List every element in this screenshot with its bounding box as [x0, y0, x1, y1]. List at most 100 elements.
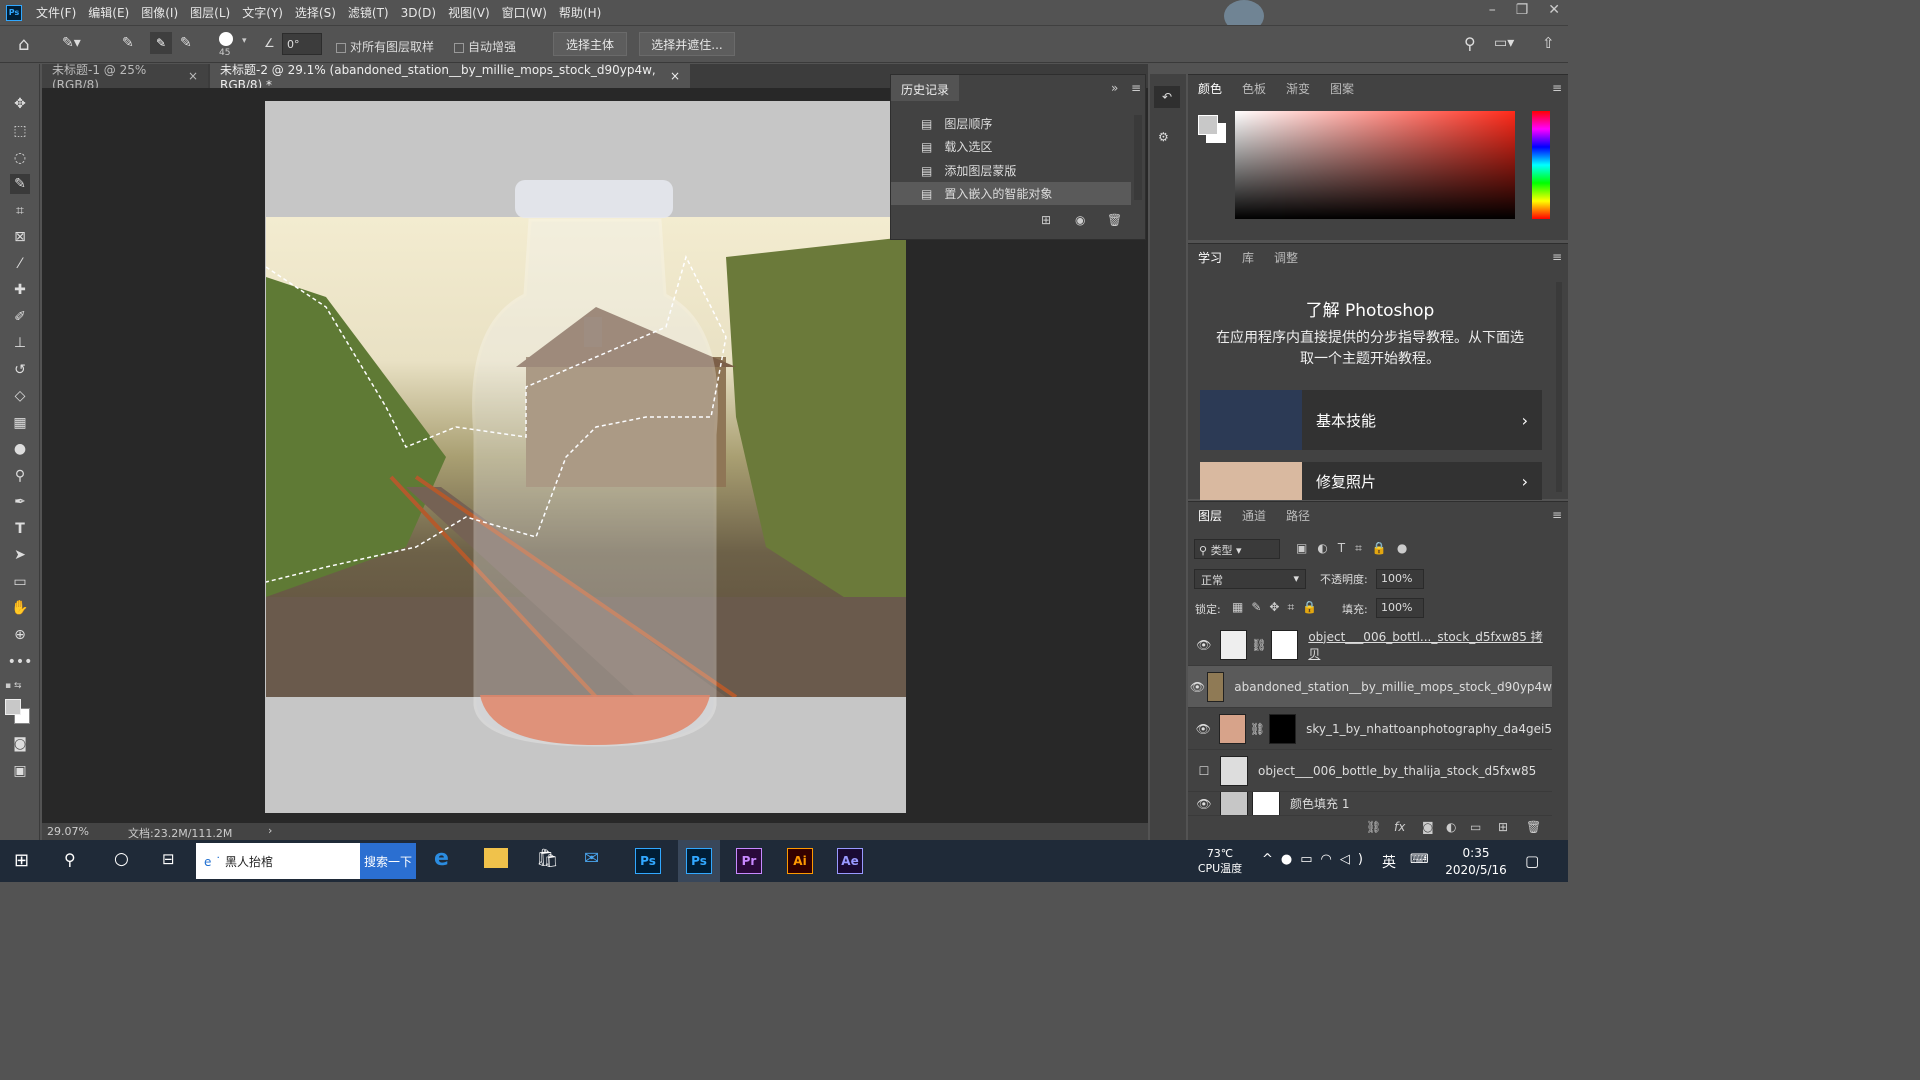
tab-learn[interactable]: 学习 — [1188, 249, 1232, 266]
brush-dropdown-icon[interactable]: ▾ — [242, 36, 247, 46]
task-view-icon[interactable]: ⊟ — [162, 850, 175, 868]
tab-adjustments[interactable]: 调整 — [1264, 249, 1308, 266]
history-item[interactable]: ▤ 载入选区 — [891, 135, 1131, 158]
menu-type[interactable]: 文字(Y) — [236, 4, 289, 21]
type-tool-icon[interactable]: T — [10, 519, 30, 539]
tab-gradient[interactable]: 渐变 — [1276, 80, 1320, 97]
angle-input[interactable]: 0° — [282, 33, 322, 55]
dodge-tool-icon[interactable]: ⚲ — [10, 466, 30, 486]
foreground-color-swatch[interactable] — [5, 699, 21, 715]
blur-tool-icon[interactable]: ● — [10, 439, 30, 459]
delete-layer-icon[interactable]: 🗑 — [1526, 820, 1541, 834]
tab-channels[interactable]: 通道 — [1232, 507, 1276, 524]
status-arrow-icon[interactable]: › — [268, 824, 272, 837]
screen-mode-icon[interactable]: ▣ — [10, 761, 30, 781]
illustrator-taskbar-icon[interactable]: Ai — [787, 848, 813, 874]
tray-icons[interactable]: ^●▭◠◁) — [1262, 852, 1371, 867]
auto-enhance-checkbox[interactable]: 自动增强 — [454, 38, 516, 55]
menu-filter[interactable]: 滤镜(T) — [342, 4, 395, 21]
hand-tool-icon[interactable]: ✋ — [10, 598, 30, 618]
temp-widget[interactable]: 73℃ CPU温度 — [1192, 846, 1248, 876]
store-icon[interactable]: 🛍 — [536, 848, 559, 869]
panel-menu-icon[interactable]: ≡ — [1131, 81, 1141, 95]
collapse-icon[interactable]: » — [1111, 81, 1118, 95]
fx-icon[interactable]: fx — [1394, 820, 1405, 834]
menu-3d[interactable]: 3D(D) — [395, 6, 442, 20]
tab-patterns[interactable]: 图案 — [1320, 80, 1364, 97]
eye-icon[interactable]: 👁 — [1188, 797, 1220, 811]
menu-image[interactable]: 图像(I) — [135, 4, 184, 21]
menu-view[interactable]: 视图(V) — [442, 4, 496, 21]
restore-icon[interactable]: ❐ — [1516, 2, 1529, 18]
new-layer-icon[interactable]: ⊞ — [1498, 820, 1508, 834]
menu-select[interactable]: 选择(S) — [289, 4, 342, 21]
photoshop-active-taskbar-icon[interactable]: Ps — [678, 840, 720, 882]
layer-row[interactable]: 👁 颜色填充 1 — [1188, 792, 1552, 816]
path-selection-icon[interactable]: ➤ — [10, 545, 30, 565]
history-scrollbar[interactable] — [1134, 115, 1142, 200]
layer-row[interactable]: 👁 ⛓ object___006_bottl..._stock_d5fxw85 … — [1188, 624, 1552, 666]
notification-icon[interactable]: ▢ — [1525, 852, 1539, 870]
brush-tool-icon[interactable]: ✐ — [10, 307, 30, 327]
move-tool-icon[interactable]: ✥ — [10, 94, 30, 114]
sample-all-layers-checkbox[interactable]: 对所有图层取样 — [336, 38, 434, 55]
menu-window[interactable]: 窗口(W) — [496, 4, 553, 21]
lock-icons[interactable]: ▦✎✥⌗🔒 — [1232, 600, 1325, 615]
close-tab-icon[interactable]: × — [188, 69, 198, 83]
visibility-toggle[interactable]: ☐ — [1188, 764, 1220, 778]
eye-icon[interactable]: 👁 — [1188, 680, 1207, 694]
tab-layers[interactable]: 图层 — [1188, 507, 1232, 524]
menu-edit[interactable]: 编辑(E) — [82, 4, 135, 21]
panel-menu-icon[interactable]: ≡ — [1552, 250, 1562, 264]
foreground-color-swatch[interactable] — [1198, 115, 1218, 135]
brush-preview-icon[interactable] — [219, 32, 233, 46]
keyboard-icon[interactable]: ⌨ — [1410, 852, 1429, 867]
healing-brush-icon[interactable]: ✚ — [10, 280, 30, 300]
stamp-tool-icon[interactable]: ⊥ — [10, 333, 30, 353]
close-icon[interactable]: ✕ — [1548, 2, 1560, 18]
history-tab[interactable]: 历史记录 — [891, 75, 960, 101]
history-item[interactable]: ▤ 添加图层蒙版 — [891, 159, 1131, 182]
cortana-icon[interactable]: ○ — [114, 849, 129, 869]
trash-icon[interactable]: 🗑 — [1107, 213, 1122, 227]
pen-tool-icon[interactable]: ✒ — [10, 492, 30, 512]
opacity-input[interactable]: 100% — [1376, 569, 1424, 589]
minimize-icon[interactable]: – — [1489, 2, 1496, 18]
menu-file[interactable]: 文件(F) — [30, 4, 82, 21]
quick-select-preset-icon[interactable]: ✎▾ — [62, 35, 81, 51]
link-layers-icon[interactable]: ⛓ — [1366, 820, 1381, 834]
fill-input[interactable]: 100% — [1376, 598, 1424, 618]
tab-color[interactable]: 颜色 — [1188, 80, 1232, 97]
properties-dock-icon[interactable]: ⚙ — [1158, 130, 1169, 144]
eyedropper-tool-icon[interactable]: ⁄ — [10, 254, 30, 274]
learn-card-repair[interactable]: 修复照片 › — [1200, 462, 1542, 500]
eye-icon[interactable]: 👁 — [1188, 638, 1220, 652]
history-item[interactable]: ▤ 图层顺序 — [891, 112, 1131, 135]
zoom-tool-icon[interactable]: ⊕ — [10, 625, 30, 645]
layer-filter-select[interactable]: ⚲ 类型 ▾ — [1194, 539, 1280, 559]
new-group-icon[interactable]: ▭ — [1470, 820, 1481, 834]
search-icon[interactable]: ⚲ — [64, 850, 76, 869]
quick-mask-icon[interactable]: ◙ — [10, 734, 30, 754]
new-selection-icon[interactable]: ✎ — [122, 35, 134, 51]
new-document-from-state-icon[interactable]: ⊞ — [1041, 213, 1051, 227]
clock[interactable]: 0:35 2020/5/16 — [1440, 845, 1512, 879]
close-tab-icon[interactable]: × — [670, 69, 680, 83]
adjustment-layer-icon[interactable]: ◐ — [1446, 820, 1456, 834]
eye-icon[interactable]: 👁 — [1188, 722, 1219, 736]
panel-menu-icon[interactable]: ≡ — [1552, 81, 1562, 95]
workspace-icon[interactable]: ▭▾ — [1494, 35, 1514, 51]
select-subject-button[interactable]: 选择主体 — [553, 32, 627, 56]
crop-tool-icon[interactable]: ⌗ — [10, 201, 30, 221]
eraser-tool-icon[interactable]: ◇ — [10, 386, 30, 406]
default-colors-icon[interactable]: ▪ ⇆ — [5, 681, 22, 691]
photoshop-logo-icon[interactable]: Ps — [6, 4, 22, 21]
panel-menu-icon[interactable]: ≡ — [1552, 508, 1562, 522]
color-field[interactable] — [1235, 111, 1515, 219]
premiere-taskbar-icon[interactable]: Pr — [736, 848, 762, 874]
add-mask-icon[interactable]: ◙ — [1422, 820, 1434, 834]
share-icon[interactable]: ⇧ — [1542, 34, 1555, 52]
frame-tool-icon[interactable]: ⊠ — [10, 227, 30, 247]
history-brush-icon[interactable]: ↺ — [10, 360, 30, 380]
tab-paths[interactable]: 路径 — [1276, 507, 1320, 524]
